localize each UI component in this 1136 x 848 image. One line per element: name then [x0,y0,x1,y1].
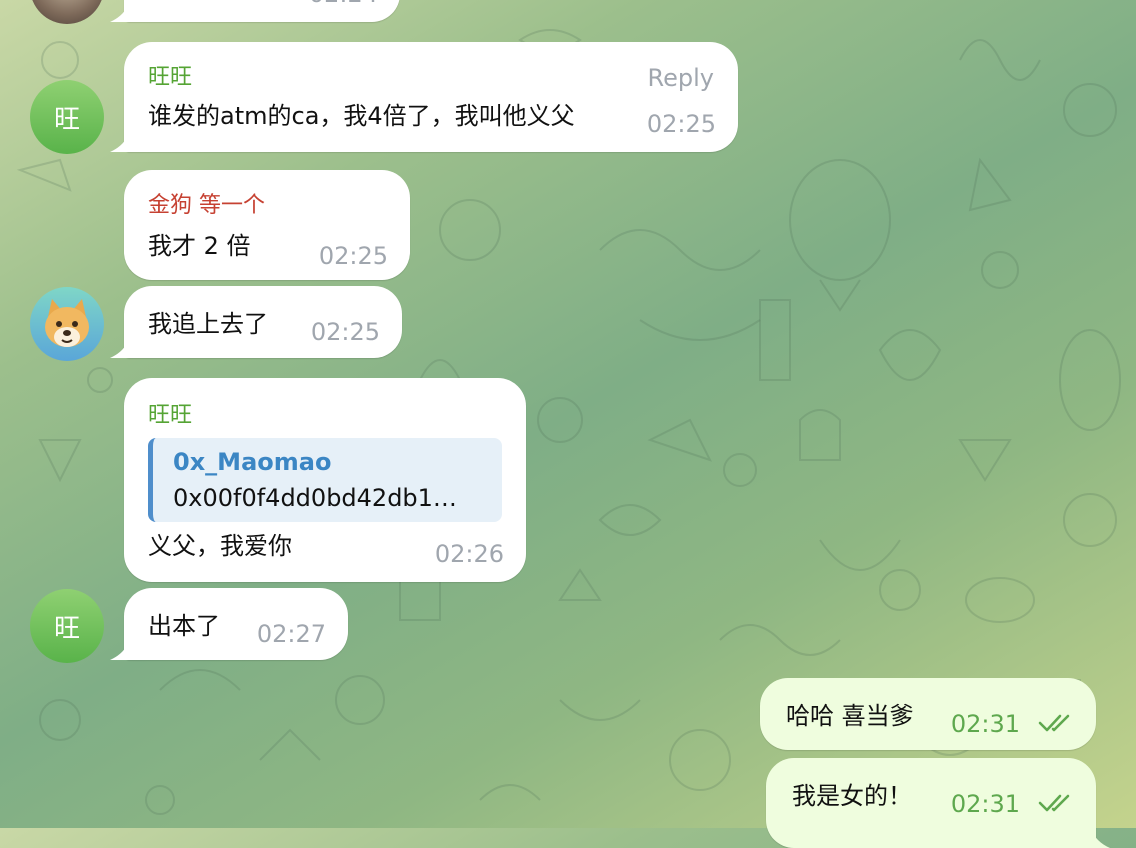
message-bubble-partial[interactable]: 02:24 [124,0,400,22]
outgoing-message-bubble[interactable]: 我是女的！ 02:31 [766,758,1096,848]
message-text: 我才 2 倍 [148,232,251,260]
quoted-message[interactable]: 0x_Maomao 0x00f0f4dd0bd42db1… [148,438,502,522]
sender-name[interactable]: 金狗 等一个 [148,192,265,220]
quote-text: 0x00f0f4dd0bd42db1… [173,484,457,512]
message-text: 谁发的atm的ca，我4倍了，我叫他义父 [148,102,575,130]
message-time: 02:25 [646,110,716,138]
sender-name[interactable]: 旺旺 [148,64,192,92]
read-double-check-icon [1038,794,1070,812]
message-text: 我是女的！ [792,782,912,810]
quote-author: 0x_Maomao [173,448,332,476]
outgoing-message-bubble[interactable]: 哈哈 喜当爹 02:31 [760,678,1096,750]
message-bubble[interactable]: 我追上去了 02:25 [124,286,402,358]
message-text: 义父，我爱你 [148,532,292,560]
sender-name[interactable]: 旺旺 [148,402,192,430]
reply-button[interactable]: Reply [648,62,714,94]
user-avatar-wangwang[interactable]: 旺 [30,589,104,663]
message-bubble[interactable]: 出本了 02:27 [124,588,348,660]
user-avatar-photo[interactable] [30,0,104,24]
message-text: 出本了 [148,612,220,640]
message-text: 我追上去了 [148,310,268,338]
message-time: 02:31 [950,790,1020,818]
read-double-check-icon [1038,714,1070,732]
user-avatar-wangwang[interactable]: 旺 [30,80,104,154]
message-bubble[interactable]: 旺旺 0x_Maomao 0x00f0f4dd0bd42db1… 义父，我爱你 … [124,378,526,582]
doge-avatar[interactable] [30,287,104,361]
message-time: 02:26 [434,540,504,568]
message-bubble[interactable]: 金狗 等一个 我才 2 倍 02:25 [124,170,410,280]
message-time: 02:24 [309,0,378,10]
message-time: 02:25 [310,318,380,346]
message-time: 02:31 [950,710,1020,738]
message-text: 哈哈 喜当爹 [786,702,914,730]
message-time: 02:27 [256,620,326,648]
message-bubble[interactable]: 旺旺 Reply 谁发的atm的ca，我4倍了，我叫他义父 02:25 [124,42,738,152]
message-time: 02:25 [318,242,388,270]
doge-icon [45,299,89,347]
